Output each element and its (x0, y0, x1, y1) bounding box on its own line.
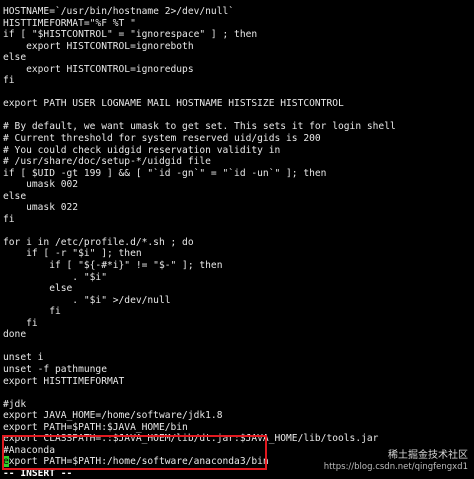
buffer-line: if [ "${-#*i}" != "$-" ]; then (3, 260, 223, 272)
buffer-line: export PATH USER LOGNAME MAIL HOSTNAME H… (3, 98, 344, 110)
buffer-line: for i in /etc/profile.d/*.sh ; do (3, 236, 194, 248)
buffer-line: fi (3, 213, 15, 225)
buffer-line: unset i (3, 352, 44, 364)
buffer-line: if [ -r "$i" ]; then (3, 248, 142, 260)
buffer-line: . "$i" (3, 271, 107, 283)
buffer-line (3, 225, 474, 237)
buffer-line: umask 002 (3, 179, 79, 191)
buffer-line: export JAVA_HOME=/home/software/jdk1.8 (3, 410, 223, 422)
buffer-line (3, 110, 474, 122)
buffer-line: fi (3, 75, 15, 87)
buffer-line: export HISTTIMEFORMAT (3, 375, 125, 387)
buffer-line (3, 387, 474, 399)
editor-buffer[interactable]: HOSTNAME=`/usr/bin/hostname 2>/dev/null`… (3, 6, 474, 479)
buffer-line: . "$i" >/dev/null (3, 294, 171, 306)
watermark-url: https://blog.csdn.net/qingfengxd1 (323, 462, 468, 472)
buffer-line: HOSTNAME=`/usr/bin/hostname 2>/dev/null` (3, 6, 235, 17)
buffer-line: # /usr/share/doc/setup-*/uidgid file (3, 156, 211, 168)
terminal-window[interactable]: HOSTNAME=`/usr/bin/hostname 2>/dev/null`… (0, 0, 474, 479)
buffer-line: export CLASSPATH=.:$JAVA_HOEM/lib/dt.jar… (3, 433, 379, 445)
buffer-line: fi (3, 306, 61, 318)
buffer-line: fi (3, 317, 38, 329)
buffer-line (3, 87, 474, 99)
buffer-line: # You could check uidgid reservation val… (3, 144, 281, 156)
buffer-line: unset -f pathmunge (3, 363, 107, 375)
buffer-line: else (3, 52, 27, 64)
buffer-line (3, 341, 474, 353)
buffer-line: else (3, 190, 27, 202)
buffer-line: export PATH=$PATH:$JAVA_HOME/bin (3, 421, 188, 433)
buffer-line: export HISTCONTROL=ignoredups (3, 63, 194, 75)
buffer-line: if [ "$HISTCONTROL" = "ignorespace" ] ; … (3, 29, 258, 41)
buffer-line: #jdk (3, 398, 27, 410)
buffer-line: if [ $UID -gt 199 ] && [ "`id -gn`" = "`… (3, 167, 327, 179)
buffer-line: HISTTIMEFORMAT="%F %T " (3, 17, 136, 29)
buffer-line: # Current threshold for system reserved … (3, 133, 321, 145)
buffer-line: else (3, 283, 73, 295)
buffer-line: # By default, we want umask to get set. … (3, 121, 396, 133)
watermark-brand: 稀土掘金技术社区 (388, 450, 468, 461)
buffer-line: umask 022 (3, 202, 79, 214)
buffer-line: done (3, 329, 27, 341)
buffer-line: export HISTCONTROL=ignoreboth (3, 40, 194, 52)
cursor-line-text: xport PATH=$PATH:/home/software/anaconda… (8, 456, 269, 468)
watermark: 稀土掘金技术社区 https://blog.csdn.net/qingfengx… (323, 450, 468, 473)
